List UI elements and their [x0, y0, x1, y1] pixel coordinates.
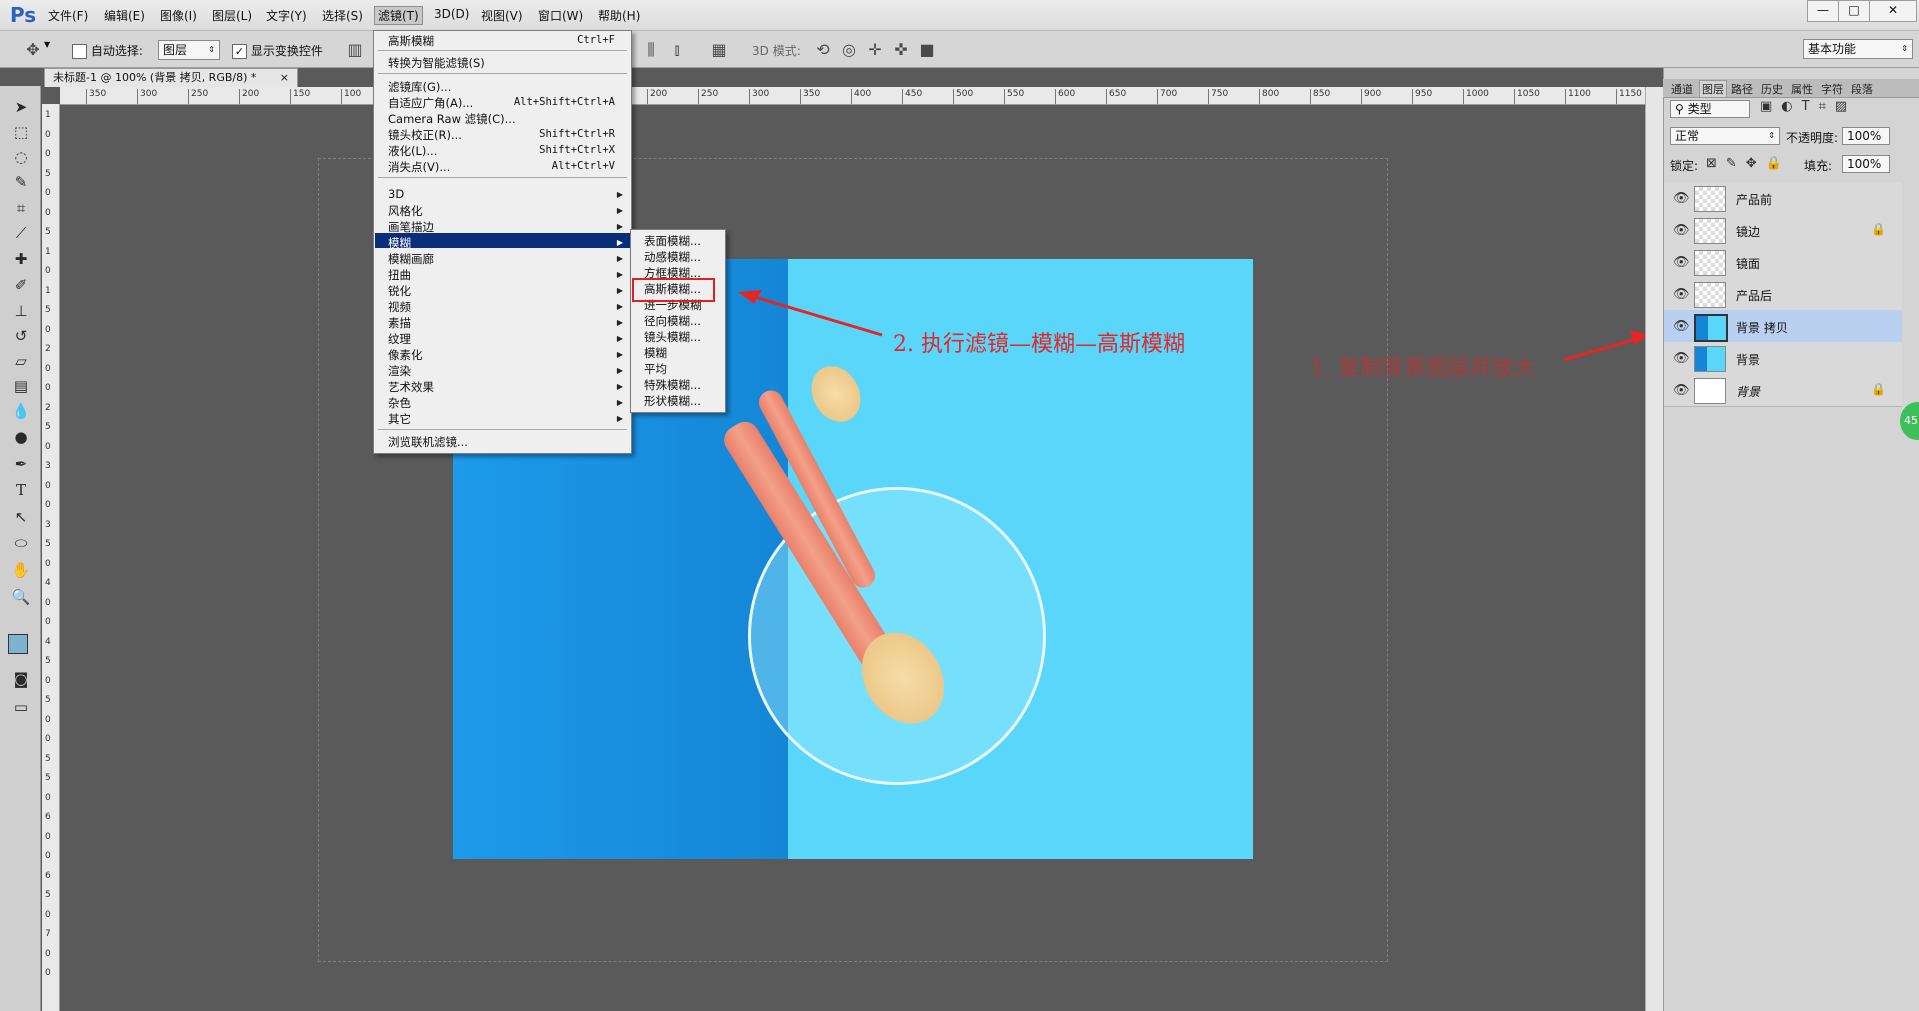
- tab-character[interactable]: 字符: [1821, 81, 1843, 97]
- layer-row[interactable]: 👁 镜面: [1664, 246, 1902, 279]
- eye-icon[interactable]: 👁: [1673, 191, 1690, 206]
- layers-list: 👁 产品前 👁 镜边 🔒 👁 镜面 👁 产品后 👁 背景 拷贝 👁 背景 👁 背…: [1664, 182, 1902, 417]
- layer-name: 产品前: [1736, 193, 1773, 207]
- opacity-label: 不透明度:: [1786, 131, 1839, 145]
- opacity-input[interactable]: 100%: [1842, 127, 1890, 145]
- layer-row[interactable]: 👁 镜边 🔒: [1664, 214, 1902, 247]
- annotation-arrows: [738, 290, 1650, 362]
- eye-icon[interactable]: 👁: [1673, 351, 1690, 366]
- chevron-down-icon: ⇕: [1768, 131, 1775, 140]
- layer-row[interactable]: 👁 产品前: [1664, 182, 1902, 215]
- lock-icons[interactable]: ⊠✎✥🔒: [1706, 156, 1791, 171]
- layer-row[interactable]: 👁 背景: [1664, 342, 1902, 375]
- eye-icon[interactable]: 👁: [1673, 223, 1690, 238]
- layer-filter-dropdown[interactable]: ⚲ 类型: [1670, 100, 1750, 118]
- layer-thumbnail: [1694, 282, 1726, 308]
- blend-mode-value: 正常: [1675, 129, 1700, 143]
- layer-thumbnail: [1694, 314, 1728, 342]
- layer-thumbnail: [1694, 218, 1726, 244]
- eye-icon[interactable]: 👁: [1673, 287, 1690, 302]
- layer-name: 产品后: [1736, 289, 1773, 303]
- canvas-scrollbar[interactable]: [1645, 87, 1663, 1011]
- eye-icon[interactable]: 👁: [1673, 383, 1690, 398]
- layer-row[interactable]: 👁 产品后: [1664, 278, 1902, 311]
- annotation-arrow-1: [1563, 336, 1641, 362]
- layer-name: 镜面: [1736, 257, 1761, 271]
- tab-channels[interactable]: 通道: [1671, 81, 1693, 97]
- eye-icon[interactable]: 👁: [1673, 255, 1690, 270]
- layer-thumbnail: [1694, 346, 1726, 372]
- panel-tabs: 通道 图层 路径 历史 属性 字符 段落: [1663, 79, 1919, 98]
- layer-thumbnail: [1694, 378, 1726, 404]
- layer-filter-icons[interactable]: ▣◐T⌗▨: [1760, 99, 1856, 114]
- annotation-arrow-2: [747, 293, 883, 337]
- annotation-step2: 2. 执行滤镜—模糊—高斯模糊: [893, 332, 1185, 357]
- tab-paragraph[interactable]: 段落: [1851, 81, 1873, 97]
- layer-filter-value: 类型: [1687, 102, 1712, 116]
- search-icon: ⚲: [1675, 102, 1688, 116]
- eye-icon[interactable]: 👁: [1673, 319, 1690, 334]
- layer-name: 镜边: [1736, 225, 1761, 239]
- annotation-step1: 1. 复制背景图层并放大: [1310, 356, 1536, 381]
- tab-paths[interactable]: 路径: [1731, 81, 1753, 97]
- blend-mode-dropdown[interactable]: 正常 ⇕: [1670, 127, 1780, 145]
- tab-properties[interactable]: 属性: [1791, 81, 1813, 97]
- layer-thumbnail: [1694, 250, 1726, 276]
- tab-layers[interactable]: 图层: [1699, 80, 1727, 97]
- layer-thumbnail: [1694, 186, 1726, 212]
- fill-input[interactable]: 100%: [1842, 155, 1890, 173]
- layer-name: 背景: [1736, 385, 1761, 399]
- lock-label: 锁定:: [1670, 159, 1699, 173]
- layer-row[interactable]: 👁 背景 🔒: [1664, 374, 1902, 407]
- fill-label: 填充:: [1804, 159, 1833, 173]
- layer-name: 背景 拷贝: [1736, 321, 1788, 335]
- lock-icon: 🔒: [1871, 222, 1886, 236]
- lock-icon: 🔒: [1871, 382, 1886, 396]
- layer-row-selected[interactable]: 👁 背景 拷贝: [1664, 310, 1902, 343]
- layer-name: 背景: [1736, 353, 1761, 367]
- tab-history[interactable]: 历史: [1761, 81, 1783, 97]
